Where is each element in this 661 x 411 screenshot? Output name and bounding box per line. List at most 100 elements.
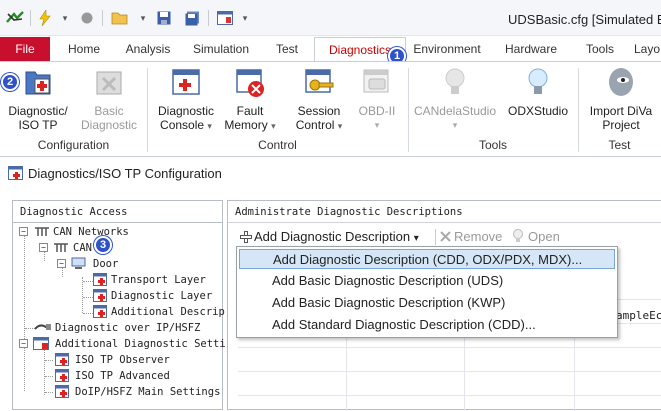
window-title: UDSBasic.cfg [Simulated Bus — [508, 12, 661, 27]
diagnostic-access-header: Diagnostic Access — [13, 201, 222, 223]
diagnostic-config-icon — [22, 66, 54, 98]
settings-page-icon — [55, 369, 69, 385]
diagnostic-console-label: Diagnostic Console ▾ — [157, 104, 215, 132]
odxstudio-button[interactable]: ODXStudio — [502, 66, 574, 118]
console-icon — [170, 66, 202, 98]
group-control-label: Control — [258, 138, 297, 152]
ribbon: Diagnostic/ ISO TP Basic Diagnostic Diag… — [0, 61, 661, 157]
remove-button[interactable]: Remove — [454, 227, 502, 247]
tree-can-networks[interactable]: CAN Networks — [53, 225, 129, 239]
tree-diag-over-ip[interactable]: Diagnostic over IP/HSFZ — [55, 321, 200, 335]
dropdown-arrow-icon: ▾ — [413, 233, 419, 244]
window-layout-icon[interactable] — [216, 8, 234, 28]
add-diagnostic-description-button[interactable]: Add Diagnostic Description ▾ — [254, 227, 419, 247]
dropdown-arrow-icon: ▾ — [271, 121, 276, 131]
open-folder-icon[interactable] — [110, 8, 130, 28]
remove-x-icon — [440, 231, 451, 245]
import-diva-project-button[interactable]: Import DiVa Project — [582, 66, 660, 132]
session-control-button[interactable]: Session Control ▾ — [288, 66, 350, 133]
network-icon — [53, 241, 69, 256]
tab-file[interactable]: File — [0, 37, 50, 61]
ecu-computer-icon — [71, 257, 86, 273]
settings-page-icon — [55, 353, 69, 369]
add-description-dropdown-menu: Add Diagnostic Description (CDD, ODX/PDX… — [236, 246, 618, 338]
menu-item-add-basic-uds[interactable]: Add Basic Diagnostic Description (UDS) — [239, 271, 615, 291]
dropdown-arrow-icon: ▾ — [374, 120, 380, 130]
tree-iso-tp-advanced[interactable]: ISO TP Advanced — [75, 369, 170, 383]
step-badge-3: 3 — [94, 236, 112, 254]
group-configuration-label: Configuration — [37, 138, 110, 152]
save-icon[interactable] — [156, 8, 172, 28]
customize-dropdown-icon[interactable]: ▾ — [240, 8, 250, 28]
settings-page-icon — [93, 273, 107, 289]
expand-toggle[interactable]: − — [57, 259, 66, 268]
settings-page-icon — [93, 305, 107, 321]
tab-analysis[interactable]: Analysis — [118, 37, 178, 61]
open-button[interactable]: Open — [528, 227, 560, 247]
tab-tools[interactable]: Tools — [576, 37, 624, 61]
menu-item-add-standard-cdd[interactable]: Add Standard Diagnostic Description (CDD… — [239, 315, 615, 335]
fault-memory-icon — [234, 66, 266, 98]
settings-page-icon — [55, 385, 69, 401]
candelastudio-label: CANdelaStudio — [413, 104, 497, 118]
ethernet-cable-icon — [34, 321, 52, 336]
save-all-icon[interactable] — [184, 8, 200, 28]
group-tools-label: Tools — [478, 138, 507, 152]
basic-diagnostic-button[interactable]: Basic Diagnostic — [76, 66, 142, 132]
expand-toggle[interactable]: − — [39, 243, 48, 252]
tab-environment[interactable]: Environment — [408, 37, 486, 61]
obd-icon — [361, 66, 393, 98]
lightbulb-icon — [522, 66, 554, 98]
title-bar: ▾ ▾ ▾ UDSBasic.cfg [Simulated Bus — [0, 0, 661, 36]
step-badge-2: 2 — [1, 73, 19, 91]
tree-diagnostic-layer[interactable]: Diagnostic Layer — [111, 289, 212, 303]
dropdown-arrow-icon: ▾ — [452, 120, 458, 130]
obd-ii-label: OBD-II — [358, 104, 396, 118]
import-diva-label: Import DiVa Project — [589, 104, 653, 132]
diagnostic-descriptions-header: Administrate Diagnostic Descriptions — [228, 201, 661, 223]
tree-transport-layer[interactable]: Transport Layer — [111, 273, 206, 287]
tree-doip-main-settings[interactable]: DoIP/HSFZ Main Settings — [75, 385, 220, 399]
dropdown-arrow-icon: ▾ — [207, 121, 212, 131]
tab-home[interactable]: Home — [58, 37, 110, 61]
basic-diagnostic-icon — [93, 66, 125, 98]
candelastudio-button[interactable]: CANdelaStudio ▾ — [412, 66, 498, 132]
tab-hardware[interactable]: Hardware — [498, 37, 564, 61]
fault-memory-label: Fault Memory ▾ — [224, 104, 276, 132]
stop-icon[interactable] — [80, 8, 94, 28]
tab-test[interactable]: Test — [264, 37, 310, 61]
expand-toggle[interactable]: − — [19, 227, 28, 236]
diagnostic-iso-tp-label: Diagnostic/ ISO TP — [8, 104, 68, 132]
session-key-icon — [303, 66, 335, 98]
dropdown-arrow-icon: ▾ — [337, 121, 343, 131]
diagnostic-console-button[interactable]: Diagnostic Console ▾ — [152, 66, 220, 133]
network-icon — [34, 225, 50, 240]
config-window-icon — [8, 166, 23, 183]
tab-simulation[interactable]: Simulation — [186, 37, 256, 61]
obd-ii-button[interactable]: OBD-II ▾ — [352, 66, 402, 132]
tab-layout[interactable]: Layo — [634, 37, 661, 61]
tree-additional-settings[interactable]: Additional Diagnostic Setti — [55, 337, 226, 351]
settings-page-icon — [93, 289, 107, 305]
session-control-label: Session Control ▾ — [295, 104, 343, 132]
config-window-title: Diagnostics/ISO TP Configuration — [28, 166, 222, 181]
tree-door[interactable]: Door — [93, 257, 118, 271]
tree-can[interactable]: CAN — [73, 241, 92, 255]
expand-toggle[interactable]: − — [19, 339, 28, 348]
config-window-titlebar: Diagnostics/ISO TP Configuration — [0, 159, 661, 187]
dropdown-arrow-icon[interactable]: ▾ — [138, 8, 148, 28]
group-test-label: Test — [608, 138, 631, 152]
lightning-icon[interactable] — [38, 8, 52, 28]
odxstudio-label: ODXStudio — [507, 104, 569, 118]
diagnostic-access-pane: Diagnostic Access − CAN Networks − CAN −… — [12, 200, 226, 410]
tree-iso-tp-observer[interactable]: ISO TP Observer — [75, 353, 170, 367]
ribbon-tabs: File Home Analysis Simulation Test Diagn… — [0, 37, 661, 62]
dropdown-arrow-icon[interactable]: ▾ — [60, 8, 70, 28]
tree-additional-descriptions[interactable]: Additional Descrip — [111, 305, 225, 319]
menu-item-add-basic-kwp[interactable]: Add Basic Diagnostic Description (KWP) — [239, 293, 615, 313]
app-logo-icon[interactable] — [6, 8, 24, 28]
menu-item-add-cdd-odx-mdx[interactable]: Add Diagnostic Description (CDD, ODX/PDX… — [239, 249, 615, 269]
table-cell-ecu-name: ampleEcu — [616, 309, 661, 322]
lightbulb-icon — [439, 66, 471, 98]
fault-memory-button[interactable]: Fault Memory ▾ — [222, 66, 278, 133]
